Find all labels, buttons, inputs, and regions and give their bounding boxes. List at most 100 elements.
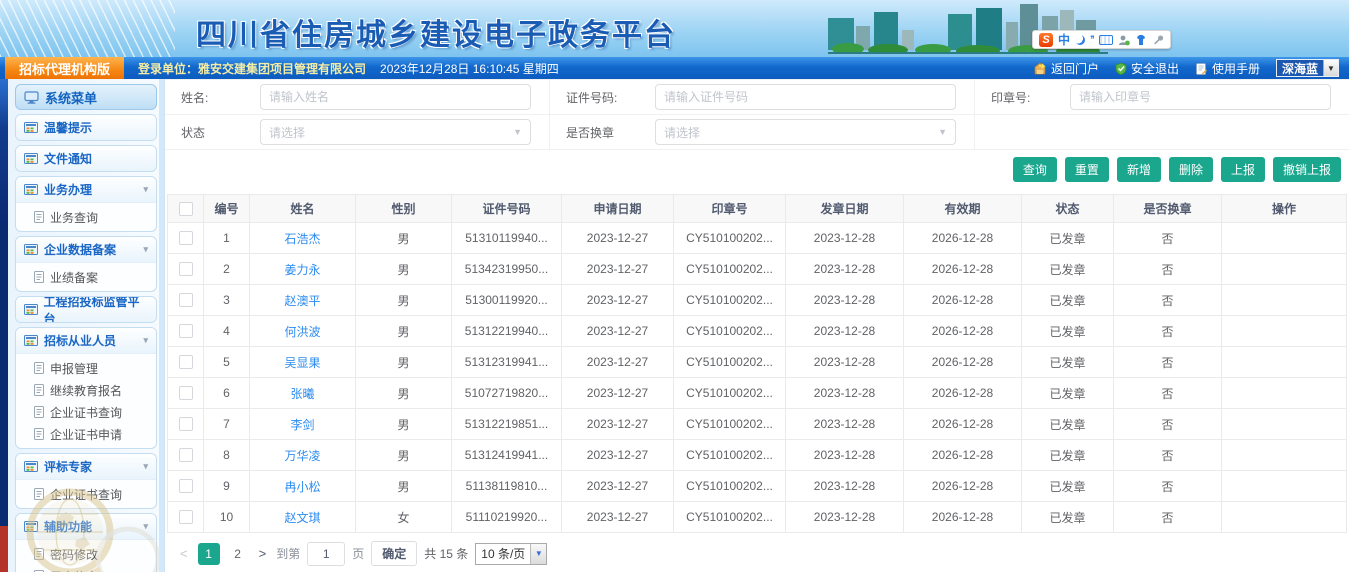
- goto-page-input[interactable]: [307, 542, 345, 566]
- seal-field-cell: 印章号:: [975, 80, 1349, 115]
- person-name-link[interactable]: 何洪波: [284, 325, 320, 339]
- safe-exit-link[interactable]: 安全退出: [1115, 60, 1179, 77]
- table-row: 3 赵澳平 男 51300119920... 2023-12-27 CY5101…: [168, 285, 1347, 316]
- select-all-checkbox[interactable]: [179, 202, 193, 216]
- sidebar-item-performance-filing[interactable]: 业绩备案: [16, 266, 156, 288]
- page-2-button[interactable]: 2: [227, 543, 249, 565]
- row-checkbox[interactable]: [179, 479, 193, 493]
- top-navbar: 招标代理机构版 登录单位：雅安交建集团项目管理有限公司 2023年12月28日 …: [0, 57, 1349, 79]
- person-name-link[interactable]: 赵澳平: [284, 294, 320, 308]
- pagination: < 1 2 > 到第 页 确定 共 15 条 10 条/页 ▼: [177, 541, 1349, 566]
- user-manual-link[interactable]: 使用手册: [1195, 60, 1260, 77]
- sidebar-item-practitioners[interactable]: 招标从业人员: [16, 328, 156, 353]
- theme-select-arrow-icon[interactable]: ▼: [1323, 60, 1338, 76]
- person-name-link[interactable]: 李剑: [290, 418, 314, 432]
- ime-keyboard-icon[interactable]: [1099, 35, 1113, 45]
- document-icon: [34, 428, 44, 440]
- goto-confirm-button[interactable]: 确定: [371, 541, 417, 566]
- chevron-down-icon: [143, 461, 148, 472]
- globe-watermark-image: [8, 474, 165, 572]
- ime-punctuation-icon[interactable]: ’’: [1090, 34, 1094, 46]
- add-button[interactable]: 新增: [1117, 157, 1161, 182]
- ime-account-icon[interactable]: [1118, 34, 1130, 46]
- table-row: 8 万华凌 男 51312419941... 2023-12-27 CY5101…: [168, 440, 1347, 471]
- row-checkbox[interactable]: [179, 386, 193, 400]
- next-page-button[interactable]: >: [256, 546, 270, 561]
- ime-toolbar[interactable]: S 中 ’’: [1032, 30, 1171, 49]
- theme-select-value: 深海蓝: [1277, 60, 1323, 77]
- sidebar-item-cert-query[interactable]: 企业证书查询: [16, 401, 156, 423]
- prev-page-button[interactable]: <: [177, 546, 191, 561]
- sidebar-item-file-notice[interactable]: 文件通知: [16, 146, 156, 171]
- user-manual-label: 使用手册: [1212, 60, 1260, 77]
- seal-number-input[interactable]: [1070, 84, 1331, 110]
- sidebar-item-cert-apply[interactable]: 企业证书申请: [16, 423, 156, 445]
- ime-settings-wrench-icon[interactable]: [1152, 34, 1164, 46]
- row-checkbox[interactable]: [179, 417, 193, 431]
- col-seal-no: 印章号: [674, 195, 786, 223]
- sidebar-item-enterprise-data[interactable]: 企业数据备案: [16, 237, 156, 262]
- person-name-link[interactable]: 冉小松: [284, 480, 320, 494]
- person-name-link[interactable]: 万华凌: [284, 449, 320, 463]
- return-portal-label: 返回门户: [1051, 60, 1099, 77]
- name-input[interactable]: [260, 84, 531, 110]
- return-portal-icon: [1033, 62, 1047, 75]
- seal-change-select-value: 请选择: [664, 124, 700, 141]
- person-name-link[interactable]: 吴显果: [284, 356, 320, 370]
- banner-rays-decoration: [0, 0, 175, 57]
- row-checkbox[interactable]: [179, 231, 193, 245]
- sidebar-item-tips[interactable]: 温馨提示: [16, 115, 156, 140]
- sidebar-group-business: 业务办理 业务查询: [15, 176, 157, 232]
- person-name-link[interactable]: 张曦: [290, 387, 314, 401]
- ime-logo-icon[interactable]: S: [1039, 33, 1053, 47]
- chevron-down-icon: ▼: [938, 127, 947, 137]
- return-portal-link[interactable]: 返回门户: [1033, 60, 1099, 77]
- delete-button[interactable]: 删除: [1169, 157, 1213, 182]
- col-gender: 性别: [356, 195, 452, 223]
- empty-form-cell: [975, 115, 1349, 150]
- page-1-button[interactable]: 1: [198, 543, 220, 565]
- sidebar-item-supervision-platform[interactable]: 工程招投标监管平台: [16, 297, 156, 322]
- sidebar-item-declaration[interactable]: 申报管理: [16, 357, 156, 379]
- ime-fullhalf-moon-icon[interactable]: [1075, 35, 1085, 45]
- row-checkbox[interactable]: [179, 510, 193, 524]
- document-icon: [34, 406, 44, 418]
- document-icon: [34, 211, 44, 223]
- row-checkbox[interactable]: [179, 293, 193, 307]
- ime-language-icon[interactable]: 中: [1058, 31, 1070, 48]
- id-number-input[interactable]: [655, 84, 956, 110]
- sidebar-group-practitioners: 招标从业人员 申报管理 继续教育报名 企业证书查询 企业证书: [15, 327, 157, 449]
- person-name-link[interactable]: 姜力永: [284, 263, 320, 277]
- ime-skin-icon[interactable]: [1135, 34, 1147, 46]
- cancel-report-button[interactable]: 撤销上报: [1273, 157, 1341, 182]
- edition-tab[interactable]: 招标代理机构版: [5, 57, 124, 79]
- row-checkbox[interactable]: [179, 448, 193, 462]
- col-name: 姓名: [250, 195, 356, 223]
- sidebar-item-continuing-education[interactable]: 继续教育报名: [16, 379, 156, 401]
- person-name-link[interactable]: 赵文琪: [284, 511, 320, 525]
- page-size-select[interactable]: 10 条/页 ▼: [475, 543, 547, 565]
- row-checkbox[interactable]: [179, 262, 193, 276]
- row-checkbox[interactable]: [179, 324, 193, 338]
- safe-exit-label: 安全退出: [1131, 60, 1179, 77]
- safe-exit-icon: [1115, 62, 1127, 75]
- row-checkbox[interactable]: [179, 355, 193, 369]
- table-row: 1 石浩杰 男 51310119940... 2023-12-27 CY5101…: [168, 223, 1347, 254]
- table-row: 4 何洪波 男 51312219940... 2023-12-27 CY5101…: [168, 316, 1347, 347]
- grid-icon: [24, 461, 38, 472]
- table-row: 6 张曦 男 51072719820... 2023-12-27 CY51010…: [168, 378, 1347, 409]
- status-select[interactable]: 请选择 ▼: [260, 119, 531, 145]
- sidebar-item-business[interactable]: 业务办理: [16, 177, 156, 202]
- name-field-cell: 姓名:: [165, 80, 550, 115]
- status-field-cell: 状态 请选择 ▼: [165, 115, 550, 150]
- report-button[interactable]: 上报: [1221, 157, 1265, 182]
- reset-button[interactable]: 重置: [1065, 157, 1109, 182]
- theme-select[interactable]: 深海蓝 ▼: [1276, 59, 1339, 77]
- person-name-link[interactable]: 石浩杰: [284, 232, 320, 246]
- seal-change-select[interactable]: 请选择 ▼: [655, 119, 956, 145]
- sidebar-item-business-query[interactable]: 业务查询: [16, 206, 156, 228]
- col-id-number: 证件号码: [452, 195, 562, 223]
- sidebar-scrollbar[interactable]: [159, 79, 164, 572]
- grid-icon: [24, 153, 38, 164]
- query-button[interactable]: 查询: [1013, 157, 1057, 182]
